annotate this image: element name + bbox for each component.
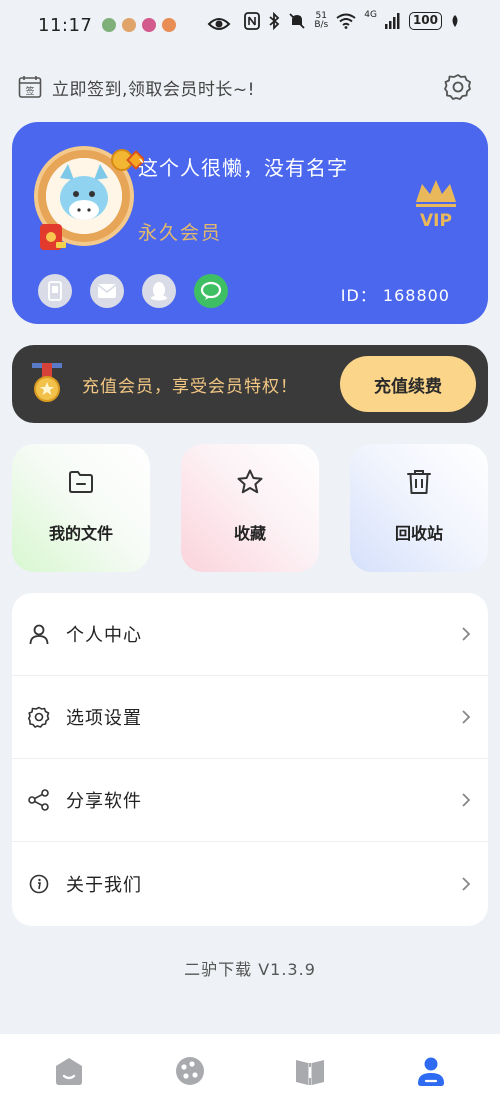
settings-gear-icon[interactable] — [444, 73, 472, 101]
books-tab-icon[interactable] — [293, 1054, 327, 1088]
chevron-right-icon — [462, 793, 471, 807]
vip-crown-icon: VIP — [416, 180, 456, 228]
mine-tab-icon[interactable] — [414, 1054, 448, 1088]
my-files-label: 我的文件 — [48, 524, 113, 543]
signal-label: 4G — [364, 10, 377, 20]
chevron-right-icon — [462, 710, 471, 724]
bluetooth-icon — [269, 12, 280, 30]
leaf-icon — [452, 15, 458, 27]
chevron-right-icon — [462, 876, 471, 891]
red-packet-icon — [40, 224, 66, 250]
membership-label: 永久会员 — [138, 222, 223, 244]
status-time: 11:17 — [38, 14, 93, 36]
recharge-banner[interactable]: 充值会员，享受会员特权！ 充值续费 — [12, 345, 488, 423]
favorites-tile[interactable]: 收藏 — [181, 444, 319, 572]
profile-name[interactable]: 这个人很懒，没有名字 — [138, 152, 348, 181]
calendar-sign-glyph: 签 — [25, 85, 34, 97]
info-icon — [29, 874, 49, 893]
calendar-sign-icon: 签 — [18, 76, 42, 98]
wifi-icon — [336, 13, 356, 29]
medal-icon — [32, 363, 62, 402]
mail-icon — [97, 284, 117, 298]
recycle-bin-label: 回收站 — [394, 524, 443, 543]
menu-item-share-app[interactable]: 分享软件 — [12, 759, 488, 842]
favorites-label: 收藏 — [233, 524, 266, 543]
profile-card[interactable]: 这个人很懒，没有名字 永久会员 VIP ID： 168800 — [12, 122, 488, 324]
phone-icon — [48, 281, 62, 301]
net-speed: 51 B/s — [314, 12, 328, 30]
settings-menu: 个人中心 选项设置 分享软件 关于我们 — [12, 593, 488, 926]
folder-icon — [69, 471, 93, 493]
menu-label-personal-center: 个人中心 — [66, 625, 142, 646]
menu-item-options-settings[interactable]: 选项设置 — [12, 676, 488, 759]
eye-icon — [207, 18, 231, 30]
nfc-icon — [244, 12, 261, 30]
notification-icons — [102, 18, 177, 32]
qq-login-button[interactable] — [142, 274, 176, 308]
qq-penguin-icon — [151, 282, 167, 301]
signal-icon — [384, 13, 400, 29]
battery-indicator: 100 — [408, 12, 442, 30]
menu-label-share-app: 分享软件 — [66, 791, 142, 812]
trash-icon — [407, 470, 431, 494]
signin-row[interactable]: 签 立即签到,领取会员时长~! — [18, 70, 478, 104]
menu-item-personal-center[interactable]: 个人中心 — [12, 593, 488, 676]
star-icon — [237, 469, 263, 494]
chat-bubble-icon — [200, 281, 222, 300]
notification-app-icon — [122, 18, 137, 32]
share-icon — [28, 789, 49, 811]
notification-app-icon — [142, 18, 157, 32]
home-tab-icon[interactable] — [52, 1054, 86, 1088]
menu-item-about-us[interactable]: 关于我们 — [12, 842, 488, 925]
notification-app-icon — [162, 18, 177, 32]
recycle-bin-tile[interactable]: 回收站 — [350, 444, 488, 572]
chevron-right-icon — [462, 627, 471, 641]
app-version: 二驴下载 V1.3.9 — [184, 960, 316, 979]
notification-app-icon — [102, 18, 117, 32]
wechat-login-button[interactable] — [194, 274, 228, 308]
gear-icon — [28, 706, 50, 728]
my-files-tile[interactable]: 我的文件 — [12, 444, 150, 572]
discover-tab-icon[interactable] — [173, 1054, 207, 1088]
avatar[interactable] — [32, 144, 144, 254]
mute-bell-icon — [289, 13, 305, 29]
recharge-promo-text: 充值会员，享受会员特权！ — [82, 377, 298, 397]
menu-label-options-settings: 选项设置 — [66, 708, 142, 729]
vip-badge-text: VIP — [420, 211, 452, 228]
status-bar: 11:17 51 B/s 4G 100 — [0, 0, 500, 50]
user-id: ID： 168800 — [340, 286, 450, 305]
signin-text[interactable]: 立即签到,领取会员时长~! — [52, 75, 255, 100]
menu-label-about-us: 关于我们 — [66, 874, 142, 896]
recharge-button[interactable]: 充值续费 — [340, 356, 476, 412]
status-right: 51 B/s 4G 100 — [244, 10, 460, 30]
phone-login-button[interactable] — [38, 274, 72, 308]
bottom-nav — [0, 1034, 500, 1107]
social-login-row — [38, 274, 228, 308]
user-icon — [29, 624, 49, 645]
net-speed-unit: B/s — [314, 20, 329, 30]
email-login-button[interactable] — [90, 274, 124, 308]
